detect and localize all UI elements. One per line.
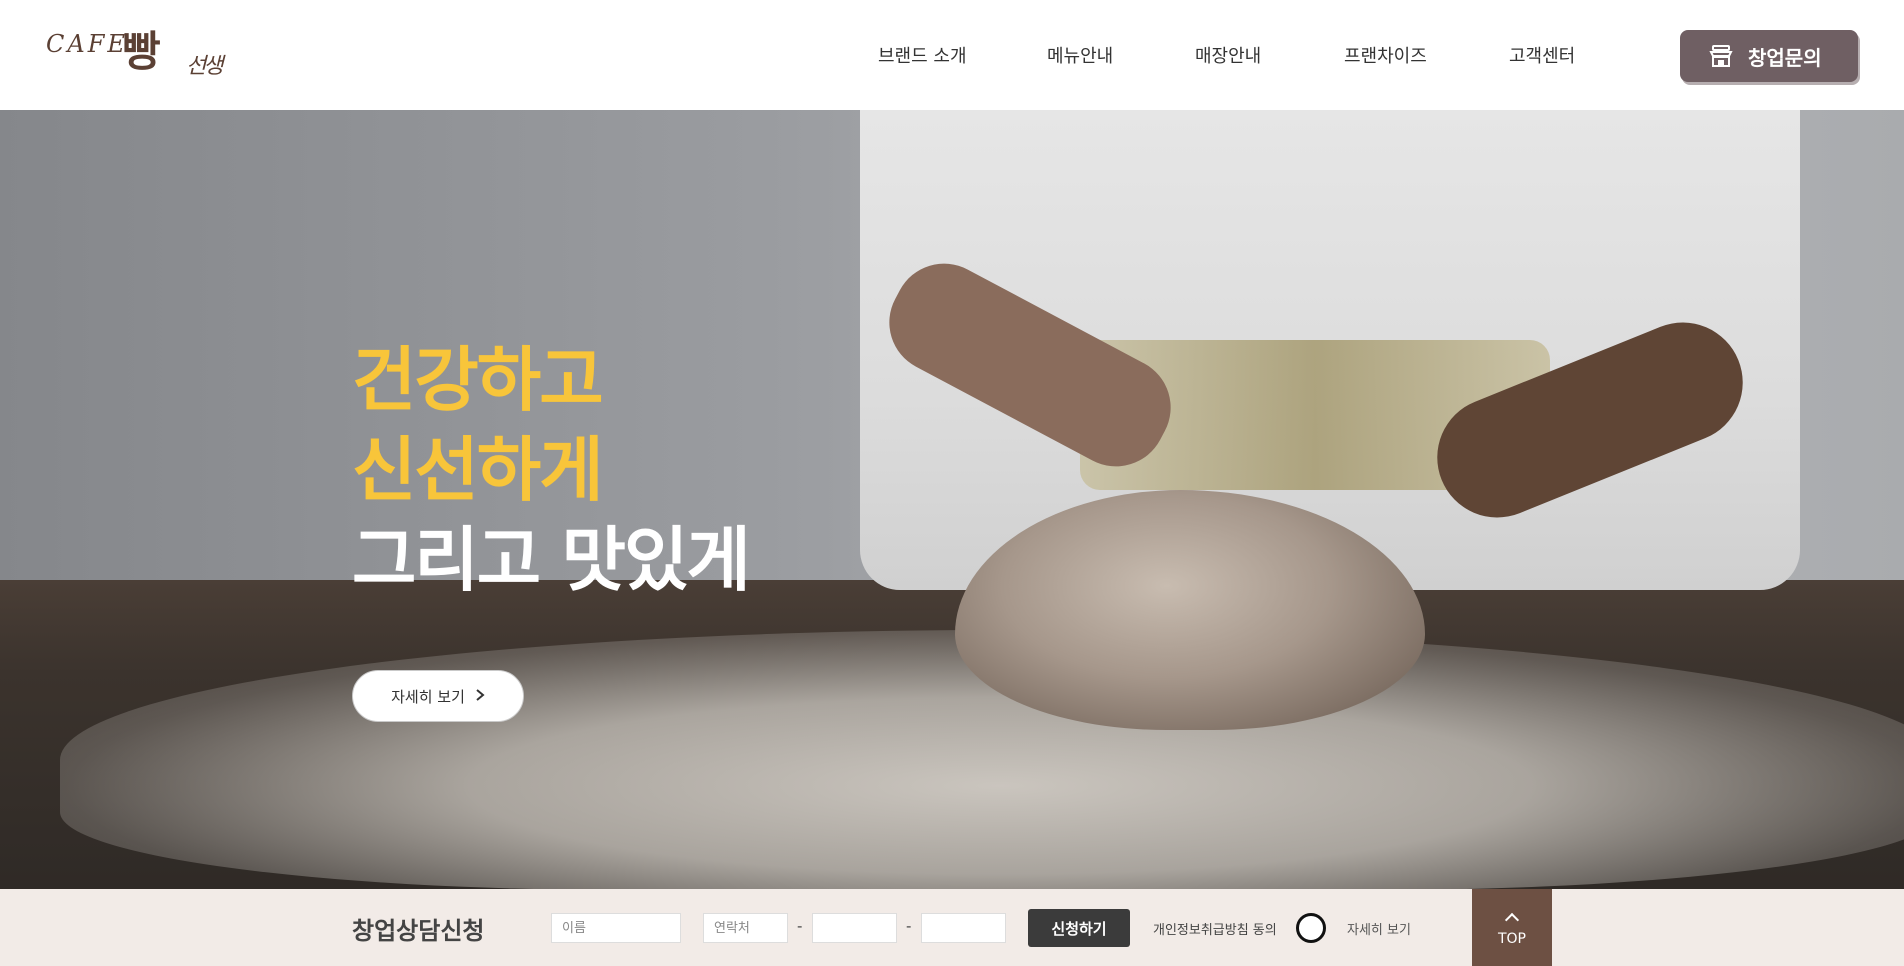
phone-input-1[interactable] — [703, 913, 788, 943]
phone-dash-1: - — [797, 917, 803, 935]
brand-logo[interactable]: CAFE 빵 선생 — [46, 22, 236, 86]
startup-inquiry-button[interactable]: 창업문의 — [1680, 30, 1858, 82]
scroll-top-button[interactable]: TOP — [1472, 889, 1552, 966]
scroll-top-label: TOP — [1497, 930, 1526, 947]
store-icon — [1708, 43, 1734, 69]
startup-inquiry-label: 창업문의 — [1748, 45, 1822, 70]
chevron-right-icon — [475, 687, 485, 706]
hero-more-button[interactable]: 자세히 보기 — [352, 670, 524, 722]
logo-cafe-text: CAFE — [46, 30, 128, 58]
privacy-more-link[interactable]: 자세히 보기 — [1347, 919, 1411, 938]
phone-dash-2: - — [906, 917, 912, 935]
nav-item-menu[interactable]: 메뉴안내 — [1047, 42, 1113, 68]
hero-banner: 건강하고 신선하게 그리고 맛있게 자세히 보기 — [0, 110, 1904, 889]
phone-input-3[interactable] — [921, 913, 1006, 943]
site-header: CAFE 빵 선생 브랜드 소개 메뉴안내 매장안내 프랜차이즈 고객센터 창업… — [0, 0, 1904, 110]
nav-item-support[interactable]: 고객센터 — [1509, 42, 1575, 68]
logo-sub-text: 선생 — [186, 54, 224, 79]
consult-title: 창업상담신청 — [352, 917, 485, 945]
privacy-agree-label: 개인정보취급방침 동의 — [1153, 923, 1277, 938]
nav-item-franchise[interactable]: 프랜차이즈 — [1344, 42, 1427, 68]
privacy-agree-radio[interactable] — [1296, 913, 1326, 943]
consult-bar: 창업상담신청 - - 신청하기 개인정보취급방침 동의 자세히 보기 — [0, 889, 1904, 966]
hero-line-1: 건강하고 — [352, 339, 604, 421]
phone-input-2[interactable] — [812, 913, 897, 943]
hero-line-2: 신선하게 — [352, 429, 604, 511]
hero-headline: 건강하고 신선하게 그리고 맛있게 — [352, 335, 751, 605]
submit-button[interactable]: 신청하기 — [1028, 909, 1130, 947]
hero-line-3: 그리고 맛있게 — [352, 519, 751, 601]
nav-item-brand[interactable]: 브랜드 소개 — [878, 42, 967, 68]
hero-more-label: 자세히 보기 — [391, 687, 465, 706]
chevron-up-icon — [1504, 912, 1520, 927]
name-input[interactable] — [551, 913, 681, 943]
logo-main-text: 빵 — [122, 27, 161, 76]
nav-item-stores[interactable]: 매장안내 — [1195, 42, 1261, 68]
